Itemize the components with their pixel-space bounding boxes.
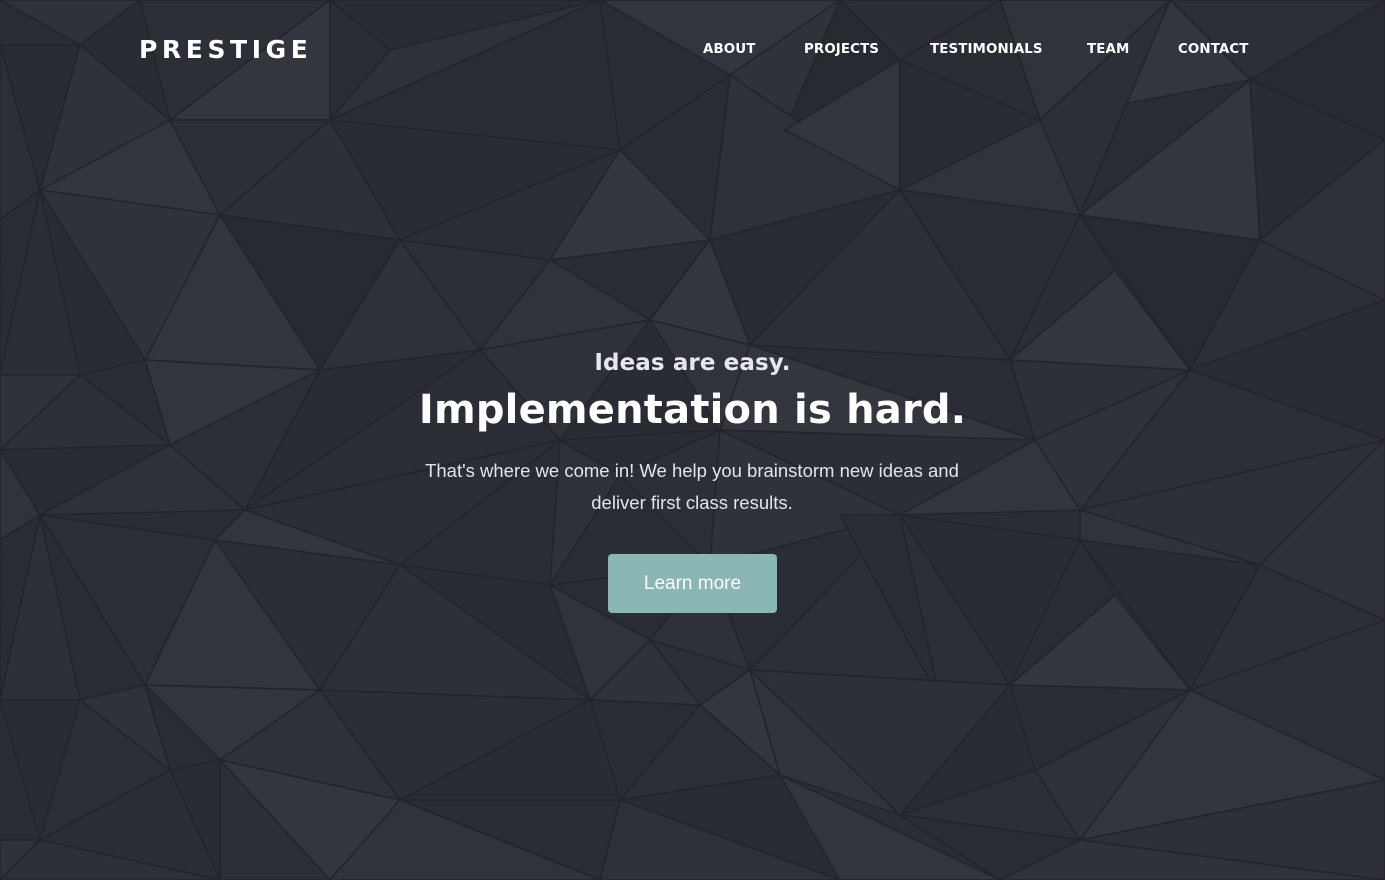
- main-nav: ABOUT PROJECTS TESTIMONIALS TEAM CONTACT: [0, 39, 1385, 61]
- nav-item-projects[interactable]: PROJECTS: [804, 39, 879, 61]
- nav-item-team[interactable]: TEAM: [1087, 39, 1129, 61]
- hero-title: Implementation is hard.: [418, 387, 967, 433]
- hero-subtitle: Ideas are easy.: [594, 350, 791, 376]
- background-triangle-pattern: [0, 0, 1385, 880]
- learn-more-button[interactable]: Learn more: [608, 554, 777, 613]
- nav-item-about[interactable]: ABOUT: [703, 39, 755, 61]
- nav-item-testimonials[interactable]: TESTIMONIALS: [930, 39, 1043, 61]
- nav-item-contact[interactable]: CONTACT: [1178, 39, 1249, 61]
- hero-description: That's where we come in! We help you bra…: [425, 460, 959, 513]
